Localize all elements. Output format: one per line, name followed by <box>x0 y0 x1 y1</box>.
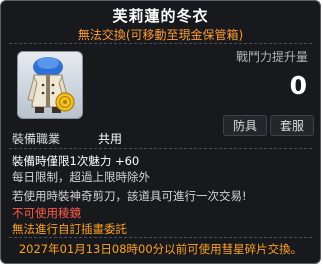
no-consign-text: 無法進行自訂插畫委託 <box>12 222 127 236</box>
divider-top <box>9 43 312 44</box>
equip-job-value: 共用 <box>98 132 123 146</box>
equip-limit-text: 裝備時僅限1次魅力 +60 <box>12 154 140 168</box>
trade-notice: 無法交換(可移動至現金保管箱) <box>77 28 244 42</box>
power-increase-value: 0 <box>289 71 307 100</box>
exchange-deadline-text: 2027年01月13日08時00分以前可使用彗星碎片交換。 <box>18 242 303 256</box>
equip-job-label: 裝備職業 <box>12 132 61 146</box>
set-button[interactable]: 套服 <box>270 115 314 136</box>
item-tooltip: 芙莉蓮的冬衣 無法交換(可移動至現金保管箱) 戰鬥力提升量 0 防具 套服 裝備… <box>0 0 321 264</box>
armor-button[interactable]: 防具 <box>223 115 267 136</box>
power-increase-label: 戰鬥力提升量 <box>235 50 308 64</box>
divider-bottom <box>9 237 312 238</box>
divider-middle <box>9 148 312 149</box>
no-prism-text: 不可使用稜鏡 <box>12 206 81 220</box>
daily-limit-text: 每日限制，超過上限時除外 <box>12 170 150 184</box>
scissors-text: 若使用時裝神奇剪刀，該道具可進行一次交易! <box>12 189 247 203</box>
item-image-frame <box>17 51 83 119</box>
winter-coat-item-icon <box>27 57 75 113</box>
item-name: 芙莉蓮的冬衣 <box>112 7 209 25</box>
